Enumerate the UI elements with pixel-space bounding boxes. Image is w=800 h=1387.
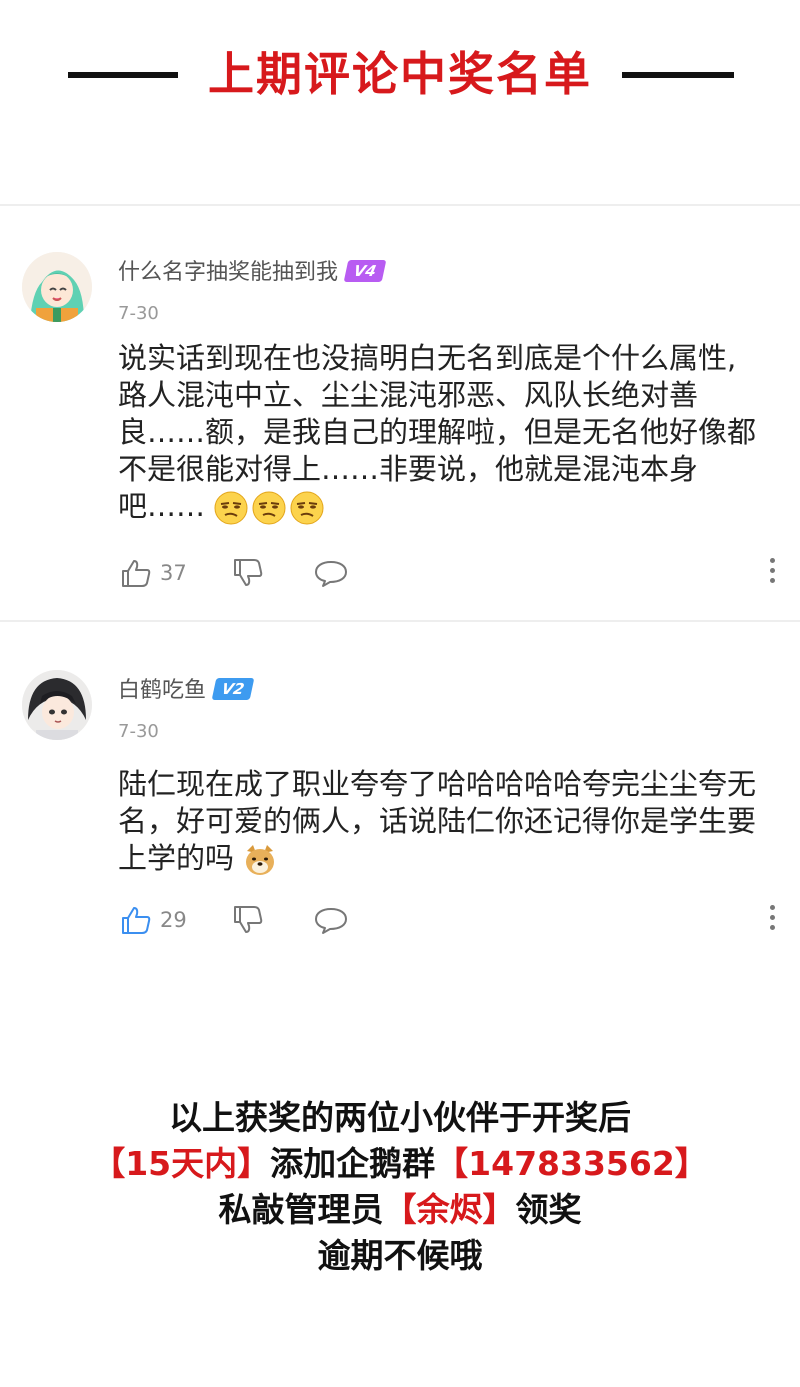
- prize-notice-line: 逾期不候哦: [317, 1236, 483, 1275]
- thumbs-down-icon: [234, 559, 263, 586]
- smirk-face-emoji-icon: [252, 491, 286, 525]
- comment-bubble-icon: [315, 908, 347, 934]
- comment-line-text: 吧……: [118, 489, 206, 523]
- comment-line: 名，好可爱的俩人，话说陆仁你还记得你是学生要: [118, 804, 757, 838]
- comment-username[interactable]: 什么名字抽奖能抽到我 V4: [118, 258, 387, 288]
- comment-line: 不是很能对得上……非要说，他就是混沌本身: [118, 452, 699, 486]
- prize-notice-line: 以上获奖的两位小伙伴于开奖后: [169, 1098, 631, 1137]
- like-count: 29: [160, 908, 187, 932]
- thumbs-up-icon: [122, 907, 151, 934]
- smirk-face-emoji-icon: [290, 491, 324, 525]
- comment-line: 说实话到现在也没搞明白无名到底是个什么属性,: [118, 341, 737, 375]
- header-right-rule: [622, 72, 734, 78]
- anime-boy-avatar-icon: [22, 670, 92, 740]
- doge-emoji-icon: [246, 845, 275, 875]
- comment-bubble-icon: [315, 561, 347, 587]
- comment-actions: 29: [120, 903, 780, 937]
- comment-date: 7-30: [118, 721, 159, 742]
- avatar[interactable]: [22, 252, 92, 322]
- like-count: 37: [160, 561, 187, 585]
- divider: [0, 204, 800, 206]
- dislike-button[interactable]: [232, 556, 264, 590]
- more-options-button[interactable]: [768, 905, 776, 935]
- divider: [0, 620, 800, 622]
- comment-line: 陆仁现在成了职业夸夸了哈哈哈哈哈夸完尘尘夸无: [118, 767, 757, 801]
- admin-name-text: 【余烬】: [383, 1190, 516, 1229]
- comment-line: 上学的吗: [118, 840, 778, 877]
- like-button[interactable]: 37: [120, 556, 187, 590]
- avatar[interactable]: [22, 670, 92, 740]
- comment-body: 说实话到现在也没搞明白无名到底是个什么属性, 路人混沌中立、尘尘混沌邪恶、风队长…: [118, 340, 778, 525]
- prize-notice-line: 【15天内】添加企鹅群【147833562】: [0, 1140, 800, 1188]
- more-options-button[interactable]: [768, 558, 776, 588]
- comment-actions: 37: [120, 556, 780, 590]
- thumbs-up-icon: [122, 560, 151, 587]
- smirk-face-emoji-icon: [214, 491, 248, 525]
- header-left-rule: [68, 72, 178, 78]
- username-text: 白鹤吃鱼: [118, 678, 207, 703]
- comment-line-text: 上学的吗: [118, 841, 235, 875]
- page-header: 上期评论中奖名单: [0, 40, 800, 110]
- thumbs-down-icon: [234, 906, 263, 933]
- like-button[interactable]: 29: [120, 903, 187, 937]
- comment-line: 良……额，是我自己的理解啦，但是无名他好像都: [118, 415, 757, 449]
- level-badge: V2: [211, 678, 255, 700]
- page-title: 上期评论中奖名单: [208, 47, 592, 101]
- deadline-text: 【15天内】: [92, 1144, 271, 1183]
- reply-button[interactable]: [314, 903, 348, 937]
- notice-text: 领奖: [515, 1190, 582, 1229]
- dislike-button[interactable]: [232, 903, 264, 937]
- comment-date: 7-30: [118, 303, 159, 324]
- comment-body: 陆仁现在成了职业夸夸了哈哈哈哈哈夸完尘尘夸无 名，好可爱的俩人，话说陆仁你还记得…: [118, 766, 778, 877]
- comment-line: 路人混沌中立、尘尘混沌邪恶、风队长绝对善: [118, 378, 699, 412]
- prize-notice-line: 私敲管理员【余烬】领奖: [0, 1186, 800, 1234]
- notice-text: 私敲管理员: [218, 1190, 384, 1229]
- notice-text: 添加企鹅群: [270, 1144, 436, 1183]
- level-badge: V4: [343, 260, 387, 282]
- username-text: 什么名字抽奖能抽到我: [118, 260, 339, 285]
- comment-username[interactable]: 白鹤吃鱼 V2: [118, 676, 255, 706]
- group-number-text: 【147833562】: [435, 1144, 708, 1183]
- comment-line: 吧……: [118, 488, 778, 525]
- reply-button[interactable]: [314, 556, 348, 590]
- anime-girl-avatar-icon: [22, 252, 92, 322]
